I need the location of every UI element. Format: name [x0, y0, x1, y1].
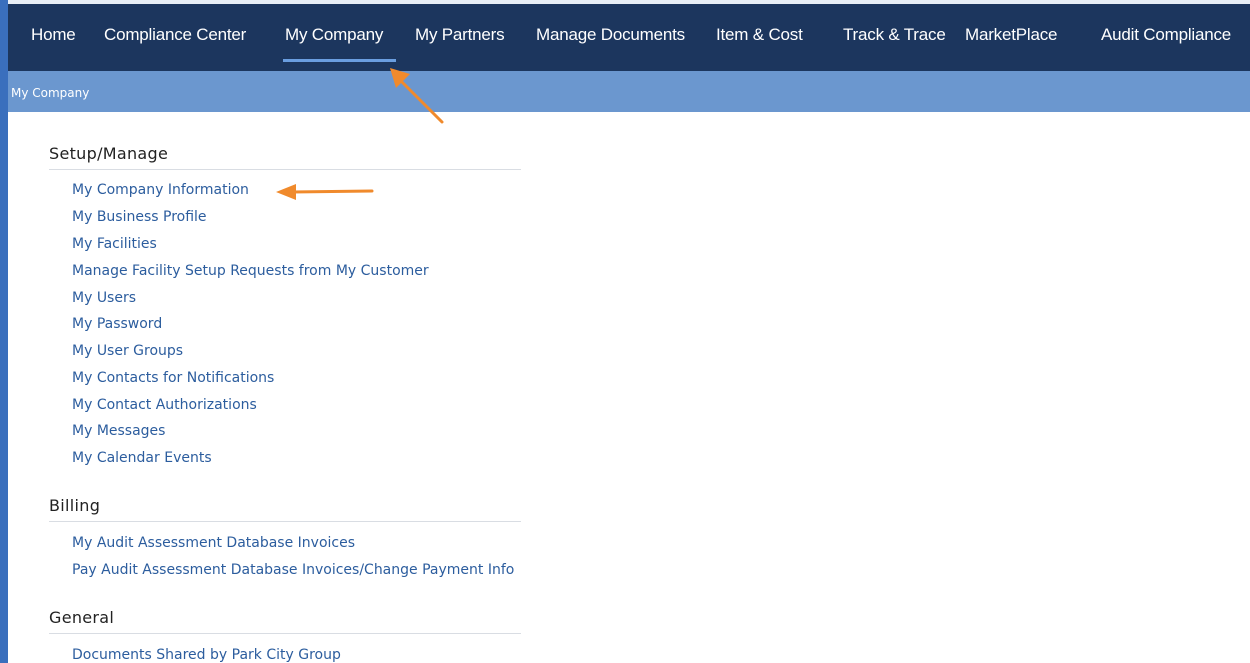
link-my-messages[interactable]: My Messages	[72, 423, 165, 439]
nav-track-and-trace[interactable]: Track & Trace	[843, 25, 946, 45]
breadcrumb: My Company	[8, 71, 1250, 112]
top-navigation-bar: Home Compliance Center My Company My Par…	[8, 4, 1250, 71]
link-audit-assessment-invoices[interactable]: My Audit Assessment Database Invoices	[72, 535, 355, 551]
active-tab-underline	[283, 59, 396, 62]
section-title-general: General	[49, 608, 115, 627]
link-documents-shared-by-park-city-group[interactable]: Documents Shared by Park City Group	[72, 647, 341, 663]
link-my-contact-authorizations[interactable]: My Contact Authorizations	[72, 397, 257, 413]
link-my-business-profile[interactable]: My Business Profile	[72, 209, 207, 225]
nav-item-and-cost[interactable]: Item & Cost	[716, 25, 803, 45]
link-my-facilities[interactable]: My Facilities	[72, 236, 157, 252]
main-content: Setup/Manage My Company Information My B…	[8, 112, 1250, 663]
link-my-user-groups[interactable]: My User Groups	[72, 343, 183, 359]
link-pay-invoices-change-payment[interactable]: Pay Audit Assessment Database Invoices/C…	[72, 562, 514, 578]
link-my-users[interactable]: My Users	[72, 290, 136, 306]
breadcrumb-label: My Company	[11, 86, 90, 100]
nav-compliance-center[interactable]: Compliance Center	[104, 25, 246, 45]
section-divider	[49, 169, 521, 170]
section-divider	[49, 633, 521, 634]
section-divider	[49, 521, 521, 522]
nav-home[interactable]: Home	[31, 25, 76, 45]
link-my-calendar-events[interactable]: My Calendar Events	[72, 450, 212, 466]
nav-my-partners[interactable]: My Partners	[415, 25, 505, 45]
nav-audit-compliance[interactable]: Audit Compliance	[1101, 25, 1231, 45]
link-my-contacts-for-notifications[interactable]: My Contacts for Notifications	[72, 370, 274, 386]
nav-manage-documents[interactable]: Manage Documents	[536, 25, 685, 45]
link-my-company-information[interactable]: My Company Information	[72, 182, 249, 198]
window-left-border	[0, 0, 8, 663]
section-title-setup-manage: Setup/Manage	[49, 144, 169, 163]
nav-marketplace[interactable]: MarketPlace	[965, 25, 1057, 45]
section-title-billing: Billing	[49, 496, 101, 515]
link-my-password[interactable]: My Password	[72, 316, 162, 332]
nav-my-company[interactable]: My Company	[285, 25, 383, 45]
link-manage-facility-setup-requests[interactable]: Manage Facility Setup Requests from My C…	[72, 263, 429, 279]
